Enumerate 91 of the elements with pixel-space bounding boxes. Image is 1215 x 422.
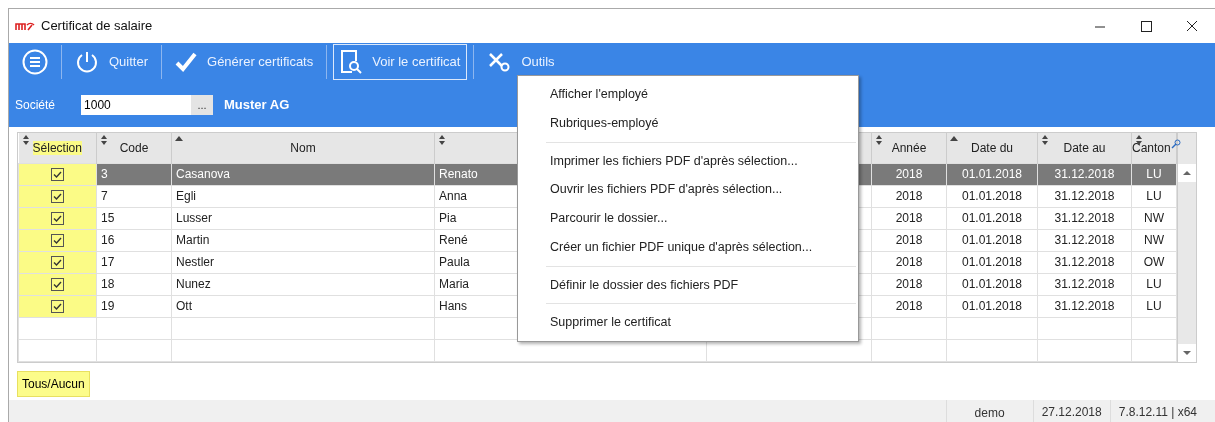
checkbox[interactable] (51, 299, 64, 313)
checkbox[interactable] (51, 189, 64, 203)
menu-item[interactable]: Parcourir le dossier... (518, 204, 858, 233)
menu-item[interactable]: Ouvrir les fichiers PDF d'après sélection... (518, 175, 858, 204)
sort-icon[interactable] (100, 135, 108, 145)
table-cell: 18 (101, 277, 115, 291)
table-cell: 19 (101, 299, 115, 313)
table-cell: 2018 (895, 211, 923, 225)
table-cell: 2018 (895, 233, 923, 247)
table-cell: 01.01.2018 (961, 189, 1023, 203)
table-cell: 3 (101, 167, 108, 181)
table-cell: 31.12.2018 (1054, 255, 1115, 269)
sort-icon[interactable] (875, 135, 883, 145)
table-cell: LU (1146, 299, 1162, 313)
window-title: Certificat de salaire (41, 17, 153, 36)
toggle-all-button[interactable]: Tous/Aucun (17, 370, 90, 397)
table-cell: Pia (439, 211, 457, 225)
table-cell: Maria (439, 277, 469, 291)
field-label: Société (15, 97, 56, 114)
table-cell: 31.12.2018 (1054, 189, 1115, 203)
status-text: 27.12.2018 (1032, 400, 1110, 422)
table-cell: Renato (439, 167, 478, 181)
checkbox[interactable] (51, 255, 64, 269)
table-cell: NW (1144, 233, 1164, 247)
table-cell: Egli (176, 189, 196, 203)
browse-button[interactable]: ... (191, 95, 214, 115)
menu-item[interactable]: Imprimer les fichiers PDF d'après sélection... (518, 146, 858, 176)
table-cell: NW (1144, 211, 1164, 225)
menu-item[interactable]: Supprimer le certificat (518, 308, 858, 337)
table-cell: Lusser (176, 211, 213, 225)
table-cell: 01.01.2018 (961, 277, 1023, 291)
table-cell: Ott (176, 299, 192, 313)
table-cell: 2018 (895, 255, 923, 269)
table-cell: 2018 (895, 299, 923, 313)
sort-icon[interactable] (438, 135, 446, 145)
menu-icon (22, 49, 48, 75)
table-cell: Nunez (176, 277, 211, 291)
menu-item[interactable]: Rubriques-employé (518, 108, 858, 138)
table-cell: Anna (439, 189, 468, 203)
status-text: demo (945, 400, 1033, 422)
menu-item[interactable]: Créer un fichier PDF unique d'après sélection... (518, 232, 858, 262)
table-cell: René (439, 233, 468, 247)
table-cell: Hans (439, 299, 467, 313)
checkbox[interactable] (51, 211, 64, 225)
table-cell: 17 (101, 255, 115, 269)
table-cell: Casanova (176, 167, 231, 181)
power-icon (75, 50, 99, 74)
table-cell: 01.01.2018 (961, 255, 1023, 269)
table-cell: Nestler (176, 255, 214, 269)
column-header[interactable]: Code (119, 140, 149, 155)
menu-item[interactable]: Définir le dossier des fichiers PDF (518, 270, 858, 300)
tools-icon (487, 51, 512, 73)
table-cell: 2018 (895, 189, 923, 203)
checkbox[interactable] (51, 167, 64, 181)
company-name: Muster AG (224, 96, 290, 115)
menu-item[interactable]: Afficher l'employé (518, 80, 858, 109)
table-cell: 2018 (895, 167, 923, 181)
sort-icon[interactable] (21, 135, 30, 145)
table-cell: 31.12.2018 (1054, 211, 1115, 225)
table-cell: OW (1143, 255, 1165, 269)
table-cell: 31.12.2018 (1054, 277, 1115, 291)
checkbox[interactable] (51, 277, 64, 291)
search-icon[interactable] (1170, 138, 1181, 149)
table-cell: 2018 (895, 277, 923, 291)
table-cell: Paula (439, 255, 470, 269)
app-logo-icon (15, 21, 35, 31)
document-search-icon (340, 49, 363, 75)
status-text: 7.8.12.11 | x64 (1109, 400, 1205, 422)
table-cell: 7 (101, 189, 108, 203)
table-cell: 31.12.2018 (1054, 299, 1115, 313)
table-cell: LU (1146, 189, 1162, 203)
sort-icon[interactable] (1135, 135, 1143, 145)
table-cell: 16 (101, 233, 115, 247)
table-cell: LU (1146, 167, 1162, 181)
table-cell: 31.12.2018 (1054, 233, 1115, 247)
column-header[interactable]: Nom (290, 140, 316, 155)
check-icon (175, 52, 197, 72)
checkbox[interactable] (51, 233, 64, 247)
scroll-down-icon[interactable] (1178, 343, 1196, 362)
table-cell: 15 (101, 211, 115, 225)
table-cell: LU (1146, 277, 1162, 291)
table-cell: 01.01.2018 (961, 233, 1023, 247)
column-header[interactable]: Sélection (32, 140, 82, 155)
table-cell: 01.01.2018 (961, 211, 1023, 225)
table-cell: 01.01.2018 (961, 299, 1023, 313)
sort-icon[interactable] (1041, 135, 1049, 145)
table-cell: 31.12.2018 (1054, 167, 1115, 181)
table-cell: Martin (176, 233, 210, 247)
table-cell: 01.01.2018 (961, 167, 1023, 181)
scroll-up-icon[interactable] (1178, 164, 1196, 182)
company-code-field[interactable]: 1000 (81, 95, 192, 115)
